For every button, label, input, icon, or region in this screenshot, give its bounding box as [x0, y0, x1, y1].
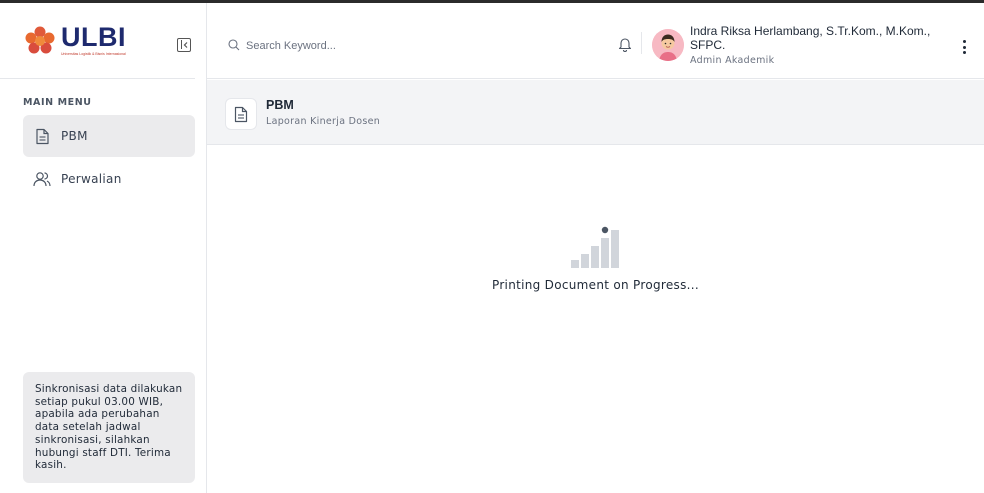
ulbi-logo-icon — [23, 26, 57, 56]
sidebar: ULBI Universitas Logistik & Bisnis Inter… — [0, 3, 207, 493]
users-icon — [33, 170, 51, 188]
search-bar[interactable] — [228, 36, 396, 55]
printing-status-text: Printing Document on Progress... — [492, 278, 699, 292]
user-role: Admin Akademik — [690, 55, 775, 66]
sidebar-item-label: PBM — [61, 129, 88, 143]
page-subtitle: Laporan Kinerja Dosen — [266, 116, 381, 127]
loading-signal-icon — [567, 226, 631, 272]
main-menu-label: MAIN MENU — [23, 97, 92, 108]
brand-tagline: Universitas Logistik & Bisnis Internasio… — [61, 51, 126, 56]
sync-info-box: Sinkronisasi data dilakukan setiap pukul… — [23, 372, 195, 483]
user-name: Indra Riksa Herlambang, S.Tr.Kom., M.Kom… — [690, 24, 931, 52]
sidebar-collapse-icon[interactable] — [177, 38, 191, 52]
brand-logo[interactable]: ULBI Universitas Logistik & Bisnis Inter… — [0, 3, 195, 79]
header-divider — [641, 32, 642, 54]
bell-icon[interactable] — [618, 36, 634, 52]
page-title: PBM — [266, 98, 294, 112]
sidebar-item-perwalian[interactable]: Perwalian — [23, 158, 195, 200]
sidebar-item-pbm[interactable]: PBM — [23, 115, 195, 157]
document-icon — [225, 98, 257, 130]
top-header: Indra Riksa Herlambang, S.Tr.Kom., M.Kom… — [207, 3, 984, 79]
brand-name: ULBI — [61, 21, 126, 52]
page-header: PBM Laporan Kinerja Dosen — [207, 80, 984, 145]
search-input[interactable] — [246, 39, 396, 52]
more-options-icon[interactable] — [962, 40, 966, 54]
sidebar-item-label: Perwalian — [61, 172, 122, 186]
search-icon — [228, 36, 240, 55]
document-icon — [33, 127, 51, 145]
avatar[interactable] — [652, 29, 684, 61]
